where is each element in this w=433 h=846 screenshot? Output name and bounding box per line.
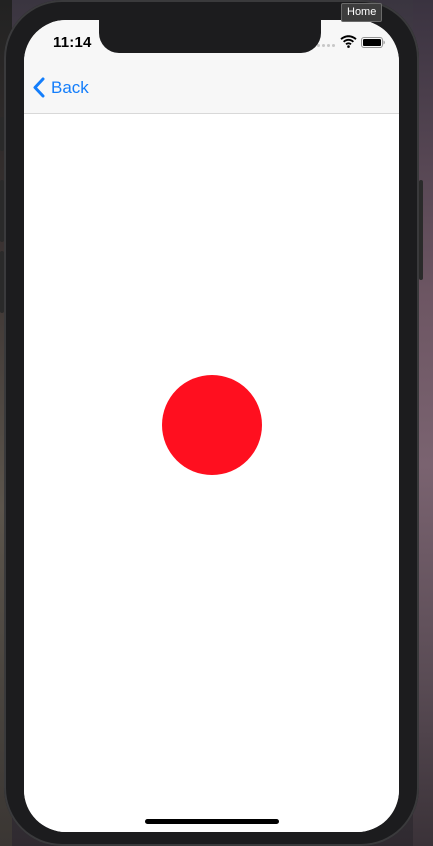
volume-down-button[interactable]: [0, 251, 4, 313]
back-button-label: Back: [51, 77, 89, 97]
side-power-button[interactable]: [419, 180, 423, 280]
battery-icon: [361, 37, 385, 48]
signal-icon: [317, 44, 335, 47]
red-circle[interactable]: [162, 375, 262, 475]
volume-up-button[interactable]: [0, 180, 4, 242]
navigation-bar: Back: [24, 64, 399, 114]
simulator-device-frame: 11:14 Back: [0, 0, 423, 846]
silent-switch[interactable]: [0, 117, 4, 151]
back-button[interactable]: Back: [32, 77, 89, 98]
home-tooltip: Home: [341, 3, 383, 22]
wifi-icon: [340, 35, 357, 48]
device-screen: 11:14 Back: [24, 20, 399, 832]
main-content: [24, 114, 399, 832]
device-notch: [99, 20, 321, 53]
chevron-left-icon: [33, 77, 45, 98]
status-time: 11:14: [53, 34, 92, 51]
home-indicator[interactable]: [145, 819, 279, 824]
